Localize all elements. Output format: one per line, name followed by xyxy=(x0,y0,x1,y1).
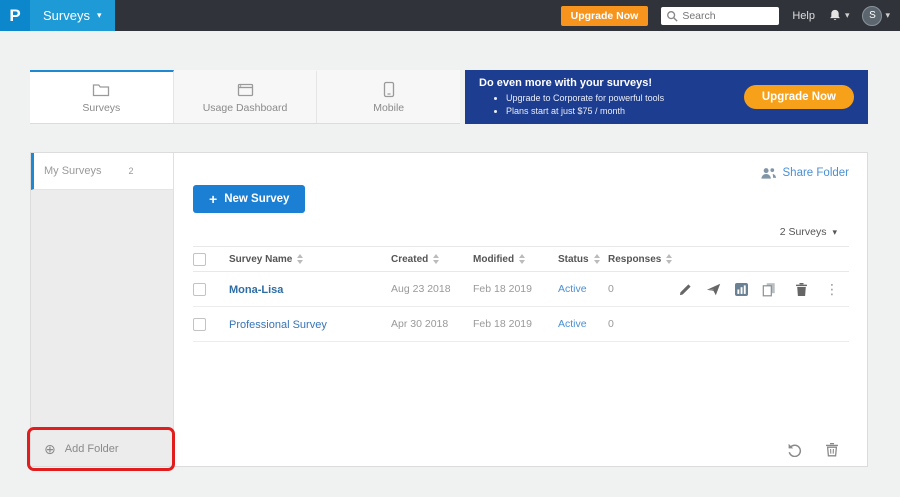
modified-cell: Feb 18 2019 xyxy=(473,283,558,295)
column-header-label: Survey Name xyxy=(229,254,292,265)
column-header-label: Responses xyxy=(608,254,661,265)
search-input[interactable] xyxy=(682,10,774,22)
surveys-count-label: 2 Surveys xyxy=(780,226,827,238)
promo-bullet: Plans start at just $75 / month xyxy=(506,105,744,118)
chevron-down-icon: ▾ xyxy=(832,228,837,237)
add-folder-wrap: ⊕ Add Folder xyxy=(31,432,173,466)
plus-circle-icon: ⊕ xyxy=(44,441,56,458)
column-header-survey-name[interactable]: Survey Name xyxy=(229,254,391,265)
deleted-items-trash-icon[interactable] xyxy=(825,442,839,457)
promo-text: Do even more with your surveys! Upgrade … xyxy=(479,77,744,117)
chevron-down-icon: ▾ xyxy=(845,11,850,20)
new-survey-button[interactable]: + New Survey xyxy=(193,185,305,213)
sort-icon xyxy=(297,254,303,264)
column-header-label: Modified xyxy=(473,254,514,265)
add-folder-button[interactable]: ⊕ Add Folder xyxy=(31,432,173,466)
promo-bullet: Upgrade to Corporate for powerful tools xyxy=(506,92,744,105)
surveys-panel: My Surveys 2 ⊕ Add Folder Share Folder +… xyxy=(30,152,868,467)
chevron-down-icon: ▾ xyxy=(885,11,890,20)
send-paper-plane-icon[interactable] xyxy=(706,282,721,296)
add-folder-label: Add Folder xyxy=(65,443,119,455)
table-row: Professional Survey Apr 30 2018 Feb 18 2… xyxy=(193,307,849,342)
sidebar-item-my-surveys[interactable]: My Surveys 2 xyxy=(31,153,173,190)
sort-icon xyxy=(519,254,525,264)
tab-label: Usage Dashboard xyxy=(203,102,288,114)
share-folder-label: Share Folder xyxy=(783,167,849,179)
status-badge[interactable]: Active xyxy=(558,283,604,295)
column-header-label: Status xyxy=(558,254,589,265)
tab-usage-dashboard[interactable]: Usage Dashboard xyxy=(174,70,318,123)
notifications-button[interactable]: ▾ xyxy=(828,8,850,23)
share-people-icon xyxy=(760,166,777,180)
table-header-row: Survey Name Created Modified Status Resp… xyxy=(193,246,849,272)
trash-icon[interactable] xyxy=(795,282,808,297)
table-row: Mona-Lisa Aug 23 2018 Feb 18 2019 Active… xyxy=(193,272,849,307)
responses-cell: 0 xyxy=(604,283,676,295)
row-checkbox[interactable] xyxy=(193,318,206,331)
app-logo[interactable]: P xyxy=(0,0,30,31)
search-icon xyxy=(666,10,678,22)
edit-pencil-icon[interactable] xyxy=(679,282,693,296)
tabs-row: Surveys Usage Dashboard Mobile Do even m… xyxy=(30,70,868,124)
surveys-table: Survey Name Created Modified Status Resp… xyxy=(193,246,849,342)
row-actions: ⋮ xyxy=(676,281,849,298)
footer-icons xyxy=(787,442,839,457)
share-folder-link[interactable]: Share Folder xyxy=(760,166,849,180)
promo-title: Do even more with your surveys! xyxy=(479,77,744,89)
topbar: P Surveys ▾ Upgrade Now Help ▾ S ▾ xyxy=(0,0,900,31)
survey-name-link[interactable]: Mona-Lisa xyxy=(229,284,283,296)
restore-icon[interactable] xyxy=(787,443,803,457)
column-header-status[interactable]: Status xyxy=(558,254,604,265)
responses-cell: 0 xyxy=(604,318,676,330)
promo-banner: Do even more with your surveys! Upgrade … xyxy=(465,70,868,124)
tab-surveys[interactable]: Surveys xyxy=(30,70,174,123)
tab-label: Surveys xyxy=(82,102,120,114)
surveys-menu-label: Surveys xyxy=(43,8,90,23)
avatar: S xyxy=(862,6,882,26)
sidebar-body xyxy=(31,190,173,432)
plus-icon: + xyxy=(209,191,217,207)
folder-label: My Surveys xyxy=(44,165,101,177)
surveys-menu[interactable]: Surveys ▾ xyxy=(30,0,115,31)
folders-sidebar: My Surveys 2 ⊕ Add Folder xyxy=(31,153,174,466)
column-header-label: Created xyxy=(391,254,428,265)
upgrade-now-button[interactable]: Upgrade Now xyxy=(561,6,649,26)
survey-name-link[interactable]: Professional Survey xyxy=(229,319,327,331)
folder-count: 2 xyxy=(128,166,133,176)
new-survey-label: New Survey xyxy=(224,193,289,205)
dashboard-icon xyxy=(237,82,254,98)
select-all-checkbox[interactable] xyxy=(193,253,206,266)
sort-icon xyxy=(666,254,672,264)
promo-upgrade-button[interactable]: Upgrade Now xyxy=(744,85,854,109)
column-header-responses[interactable]: Responses xyxy=(604,254,676,265)
help-link[interactable]: Help xyxy=(792,10,815,22)
promo-bullets: Upgrade to Corporate for powerful tools … xyxy=(506,92,744,117)
column-header-created[interactable]: Created xyxy=(391,254,473,265)
tab-mobile[interactable]: Mobile xyxy=(317,70,460,123)
modified-cell: Feb 18 2019 xyxy=(473,318,558,330)
account-menu[interactable]: S ▾ xyxy=(862,6,890,26)
chevron-down-icon: ▾ xyxy=(97,11,102,20)
tabs: Surveys Usage Dashboard Mobile xyxy=(30,70,460,124)
folder-icon xyxy=(92,82,110,98)
copy-icon[interactable] xyxy=(762,282,776,297)
tab-label: Mobile xyxy=(373,102,404,114)
created-cell: Aug 23 2018 xyxy=(391,283,473,295)
status-badge[interactable]: Active xyxy=(558,318,604,330)
sort-icon xyxy=(433,254,439,264)
surveys-content: Share Folder + New Survey 2 Surveys ▾ Su… xyxy=(174,153,867,466)
search-box[interactable] xyxy=(661,7,779,25)
topbar-right: Upgrade Now Help ▾ S ▾ xyxy=(561,6,900,26)
column-header-modified[interactable]: Modified xyxy=(473,254,558,265)
row-checkbox[interactable] xyxy=(193,283,206,296)
results-chart-icon[interactable] xyxy=(734,282,749,297)
mobile-icon xyxy=(383,81,395,98)
surveys-count-dropdown[interactable]: 2 Surveys ▾ xyxy=(193,226,849,238)
kebab-menu-icon[interactable]: ⋮ xyxy=(825,281,839,298)
bell-icon xyxy=(828,8,842,23)
created-cell: Apr 30 2018 xyxy=(391,318,473,330)
sort-icon xyxy=(594,254,600,264)
